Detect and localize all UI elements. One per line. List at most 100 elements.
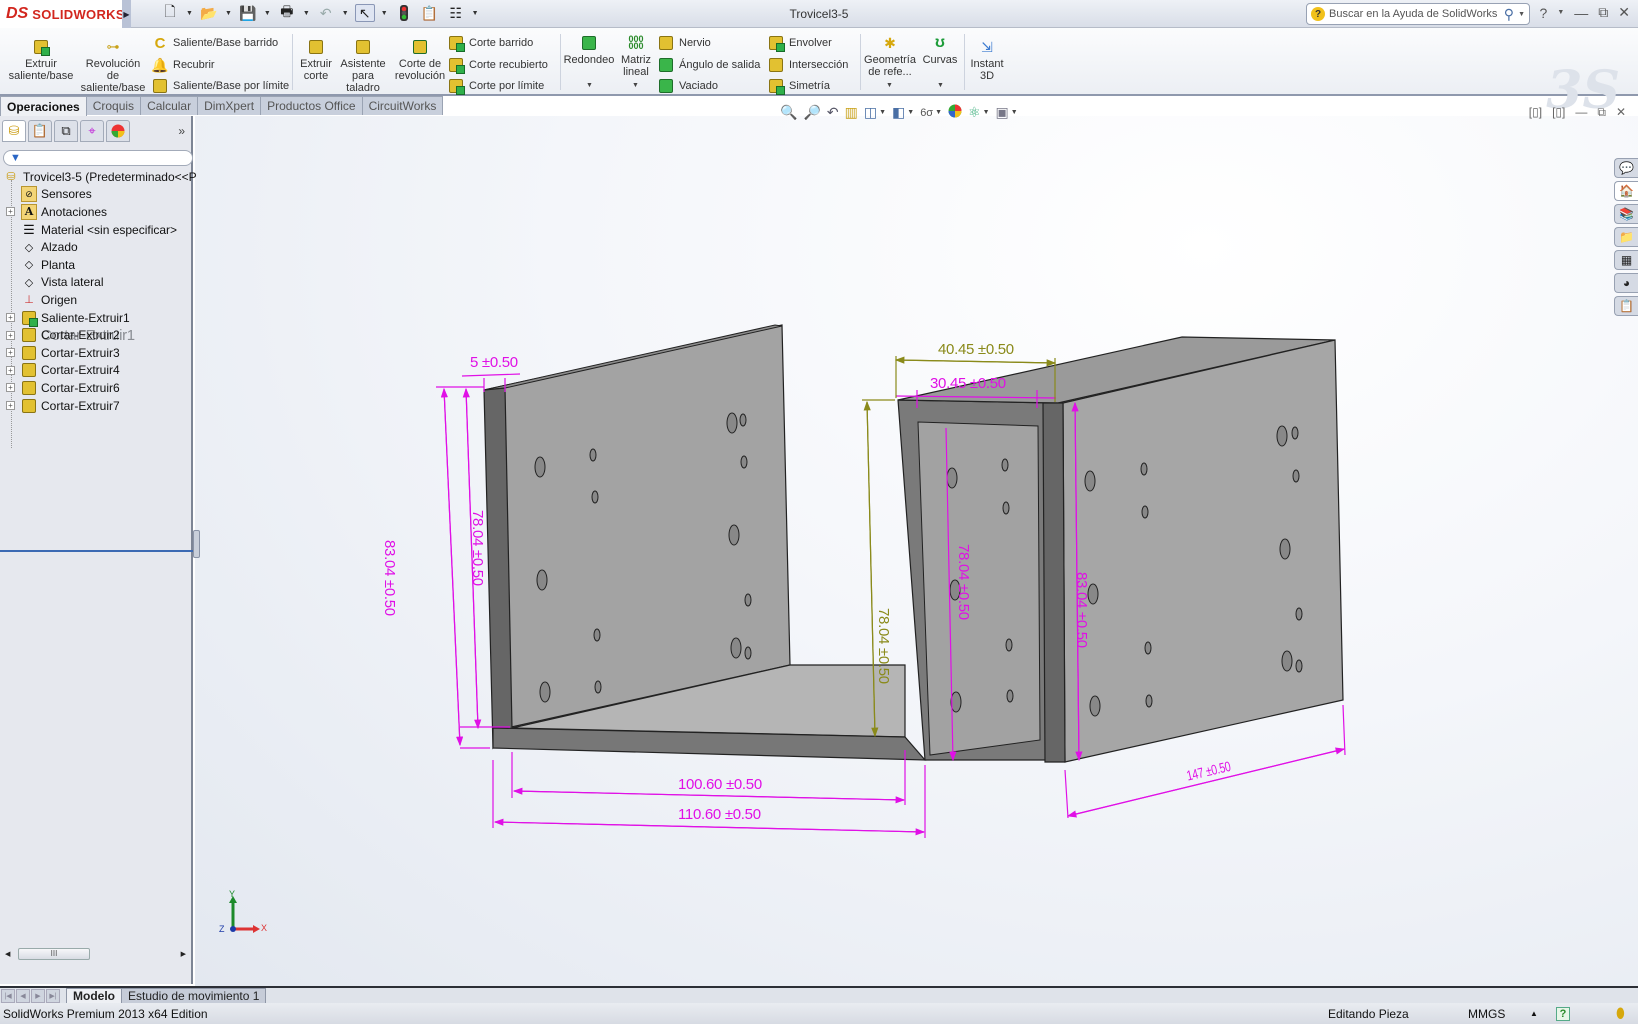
view-orientation-icon[interactable]: ◫ [864,104,877,121]
tree-root-part[interactable]: ⛁ Trovicel3-5 (Predeterminado<<P [0,168,196,186]
tab-modelo[interactable]: Modelo [66,987,122,1004]
expand-icon[interactable]: + [6,313,15,323]
graphics-area[interactable] [195,116,1638,986]
tree-item-vista-lateral[interactable]: ◇ Vista lateral [0,274,193,292]
tree-filter-input[interactable]: ▼ [3,150,193,166]
close-icon[interactable]: ✕ [1618,4,1630,21]
tree-item-alzado[interactable]: ◇ Alzado [0,238,193,256]
help-dropdown-icon[interactable]: ▼ [1557,9,1564,16]
restore-icon[interactable]: ⧉ [1598,4,1608,21]
options-dropdown[interactable]: ▼ [472,10,479,17]
corte-recubierto-button[interactable]: Corte recubierto [448,57,548,74]
tab-croquis[interactable]: Croquis [85,96,142,115]
tree-item-cortar-extruir2[interactable]: + Cortar-Extruir2 [0,326,193,344]
help-icon[interactable]: ? [1540,5,1548,21]
print-dropdown[interactable]: ▼ [303,10,310,17]
panel-collapse-handle[interactable] [193,530,200,558]
tab-circuitworks[interactable]: CircuitWorks [361,96,444,115]
select-cursor-icon[interactable]: ↖ [354,4,375,22]
tree-item-saliente-extruir1[interactable]: + Saliente-Extruir1 [0,309,193,327]
matriz-lineal-button[interactable]: 000 000 Matriz lineal [618,34,654,79]
hide-show-dropdown[interactable]: ▼ [935,109,942,116]
section-view-icon[interactable]: ▥ [845,104,858,121]
new-document-icon[interactable]: 🗋 [160,3,180,22]
next-tab-icon[interactable]: ▶ [31,988,45,1003]
display-style-icon[interactable]: ◧ [892,104,905,121]
open-folder-icon[interactable]: 📂 [199,4,219,22]
nervio-button[interactable]: Nervio [658,35,711,51]
tab-calcular[interactable]: Calcular [140,96,199,115]
file-properties-icon[interactable]: 📋 [420,4,440,22]
dim-inner-height-left[interactable]: 78.04 ±0.50 [469,510,486,586]
corte-barrido-button[interactable]: Corte barrido [448,35,533,52]
open-dropdown[interactable]: ▼ [225,10,232,17]
tab-operaciones[interactable]: Operaciones [0,96,87,116]
hide-show-items-icon[interactable]: 6σ [920,107,933,119]
interseccion-button[interactable]: Intersección [768,57,848,73]
print-icon[interactable]: 🖶 [277,3,297,22]
vaciado-button[interactable]: Vaciado [658,78,718,94]
expand-icon[interactable]: + [6,383,15,393]
dim-inner-height-right[interactable]: 78.04 ±0.50 [955,544,972,620]
extruir-corte-button[interactable]: Extruir corte [296,38,336,82]
dim-top-outer[interactable]: 40.45 ±0.50 [938,341,1014,358]
rebuild-help-icon[interactable]: ? [1556,1006,1570,1021]
tree-item-anotaciones[interactable]: + A Anotaciones [0,203,193,221]
fillet-dropdown-icon[interactable]: ▼ [586,82,593,89]
curves-dropdown-icon[interactable]: ▼ [937,82,944,89]
scroll-right-icon[interactable]: ▶ [181,950,186,958]
expand-icon[interactable]: + [6,348,15,358]
dim-outer-height-right[interactable]: 83.04 ±0.50 [1073,572,1090,648]
recubrir-button[interactable]: 🔔 Recubrir [151,57,214,73]
tree-item-cortar-extruir3[interactable]: + Cortar-Extruir3 [0,344,193,362]
units-label[interactable]: MMGS [1468,1007,1505,1021]
search-dropdown-icon[interactable]: ▼ [1518,11,1525,18]
expand-icon[interactable]: + [6,401,15,411]
saliente-limite-button[interactable]: Saliente/Base por límite [152,78,289,94]
undo-icon[interactable]: ↶ [316,4,336,22]
corte-revolucion-button[interactable]: Corte de revolución [392,38,448,82]
saliente-barrido-button[interactable]: C Saliente/Base barrido [152,35,279,52]
tree-item-cortar-extruir6[interactable]: + Cortar-Extruir6 [0,379,193,397]
expand-icon[interactable]: + [6,365,15,375]
doc-close-icon[interactable]: ✕ [1616,105,1626,120]
help-search-box[interactable]: ? Buscar en la Ayuda de SolidWorks ⚲ ▼ [1306,3,1530,25]
solidworks-logo[interactable]: DS SOLIDWORKS [0,0,124,28]
appearances-icon[interactable]: ◕ [1614,273,1638,293]
simetria-button[interactable]: Simetría [768,78,830,95]
tag-icon[interactable]: ⬮ [1616,1005,1625,1022]
apply-scene-icon[interactable]: ⚛ [968,104,981,121]
scene-dropdown[interactable]: ▼ [983,109,990,116]
rebuild-traffic-light-icon[interactable] [394,4,414,22]
split-left-icon[interactable]: [▯] [1529,105,1542,120]
save-dropdown[interactable]: ▼ [264,10,271,17]
view-settings-icon[interactable]: ▣ [996,104,1009,121]
options-icon[interactable]: ☷ [446,4,466,22]
tab-productos-office[interactable]: Productos Office [260,96,363,115]
view-palette-icon[interactable]: ▦ [1614,250,1638,270]
view-settings-dropdown[interactable]: ▼ [1011,109,1018,116]
display-manager-tab-icon[interactable] [106,120,130,142]
minimize-icon[interactable]: — [1574,5,1588,21]
undo-dropdown[interactable]: ▼ [342,10,349,17]
last-tab-icon[interactable]: ▶| [46,988,60,1003]
dim-thickness[interactable]: 5 ±0.50 [470,354,518,371]
geometria-referencia-button[interactable]: ✱ Geometría de refe... [862,34,918,78]
prev-tab-icon[interactable]: ◀ [16,988,30,1003]
new-dropdown[interactable]: ▼ [186,10,193,17]
units-up-arrow-icon[interactable]: ▲ [1530,1009,1538,1018]
dim-mid-height[interactable]: 78.04 ±0.50 [875,608,892,684]
tab-estudio-movimiento[interactable]: Estudio de movimiento 1 [121,987,267,1004]
expand-icon[interactable]: + [6,207,15,217]
corte-limite-button[interactable]: Corte por límite [448,78,544,95]
search-magnifier-icon[interactable]: ⚲ [1504,6,1514,23]
tree-item-origen[interactable]: ⊥ Origen [0,291,193,309]
doc-minimize-icon[interactable]: — [1575,105,1587,120]
tree-item-planta[interactable]: ◇ Planta [0,256,193,274]
design-library-icon[interactable]: 📚 [1614,204,1638,224]
pattern-dropdown-icon[interactable]: ▼ [632,82,639,89]
scroll-thumb[interactable]: III [18,947,90,960]
dim-outer-height-left[interactable]: 83.04 ±0.50 [381,540,398,616]
configurationmanager-tab-icon[interactable]: ⧉ [54,120,78,142]
tree-item-cortar-extruir7[interactable]: + Cortar-Extruir7 [0,397,193,415]
